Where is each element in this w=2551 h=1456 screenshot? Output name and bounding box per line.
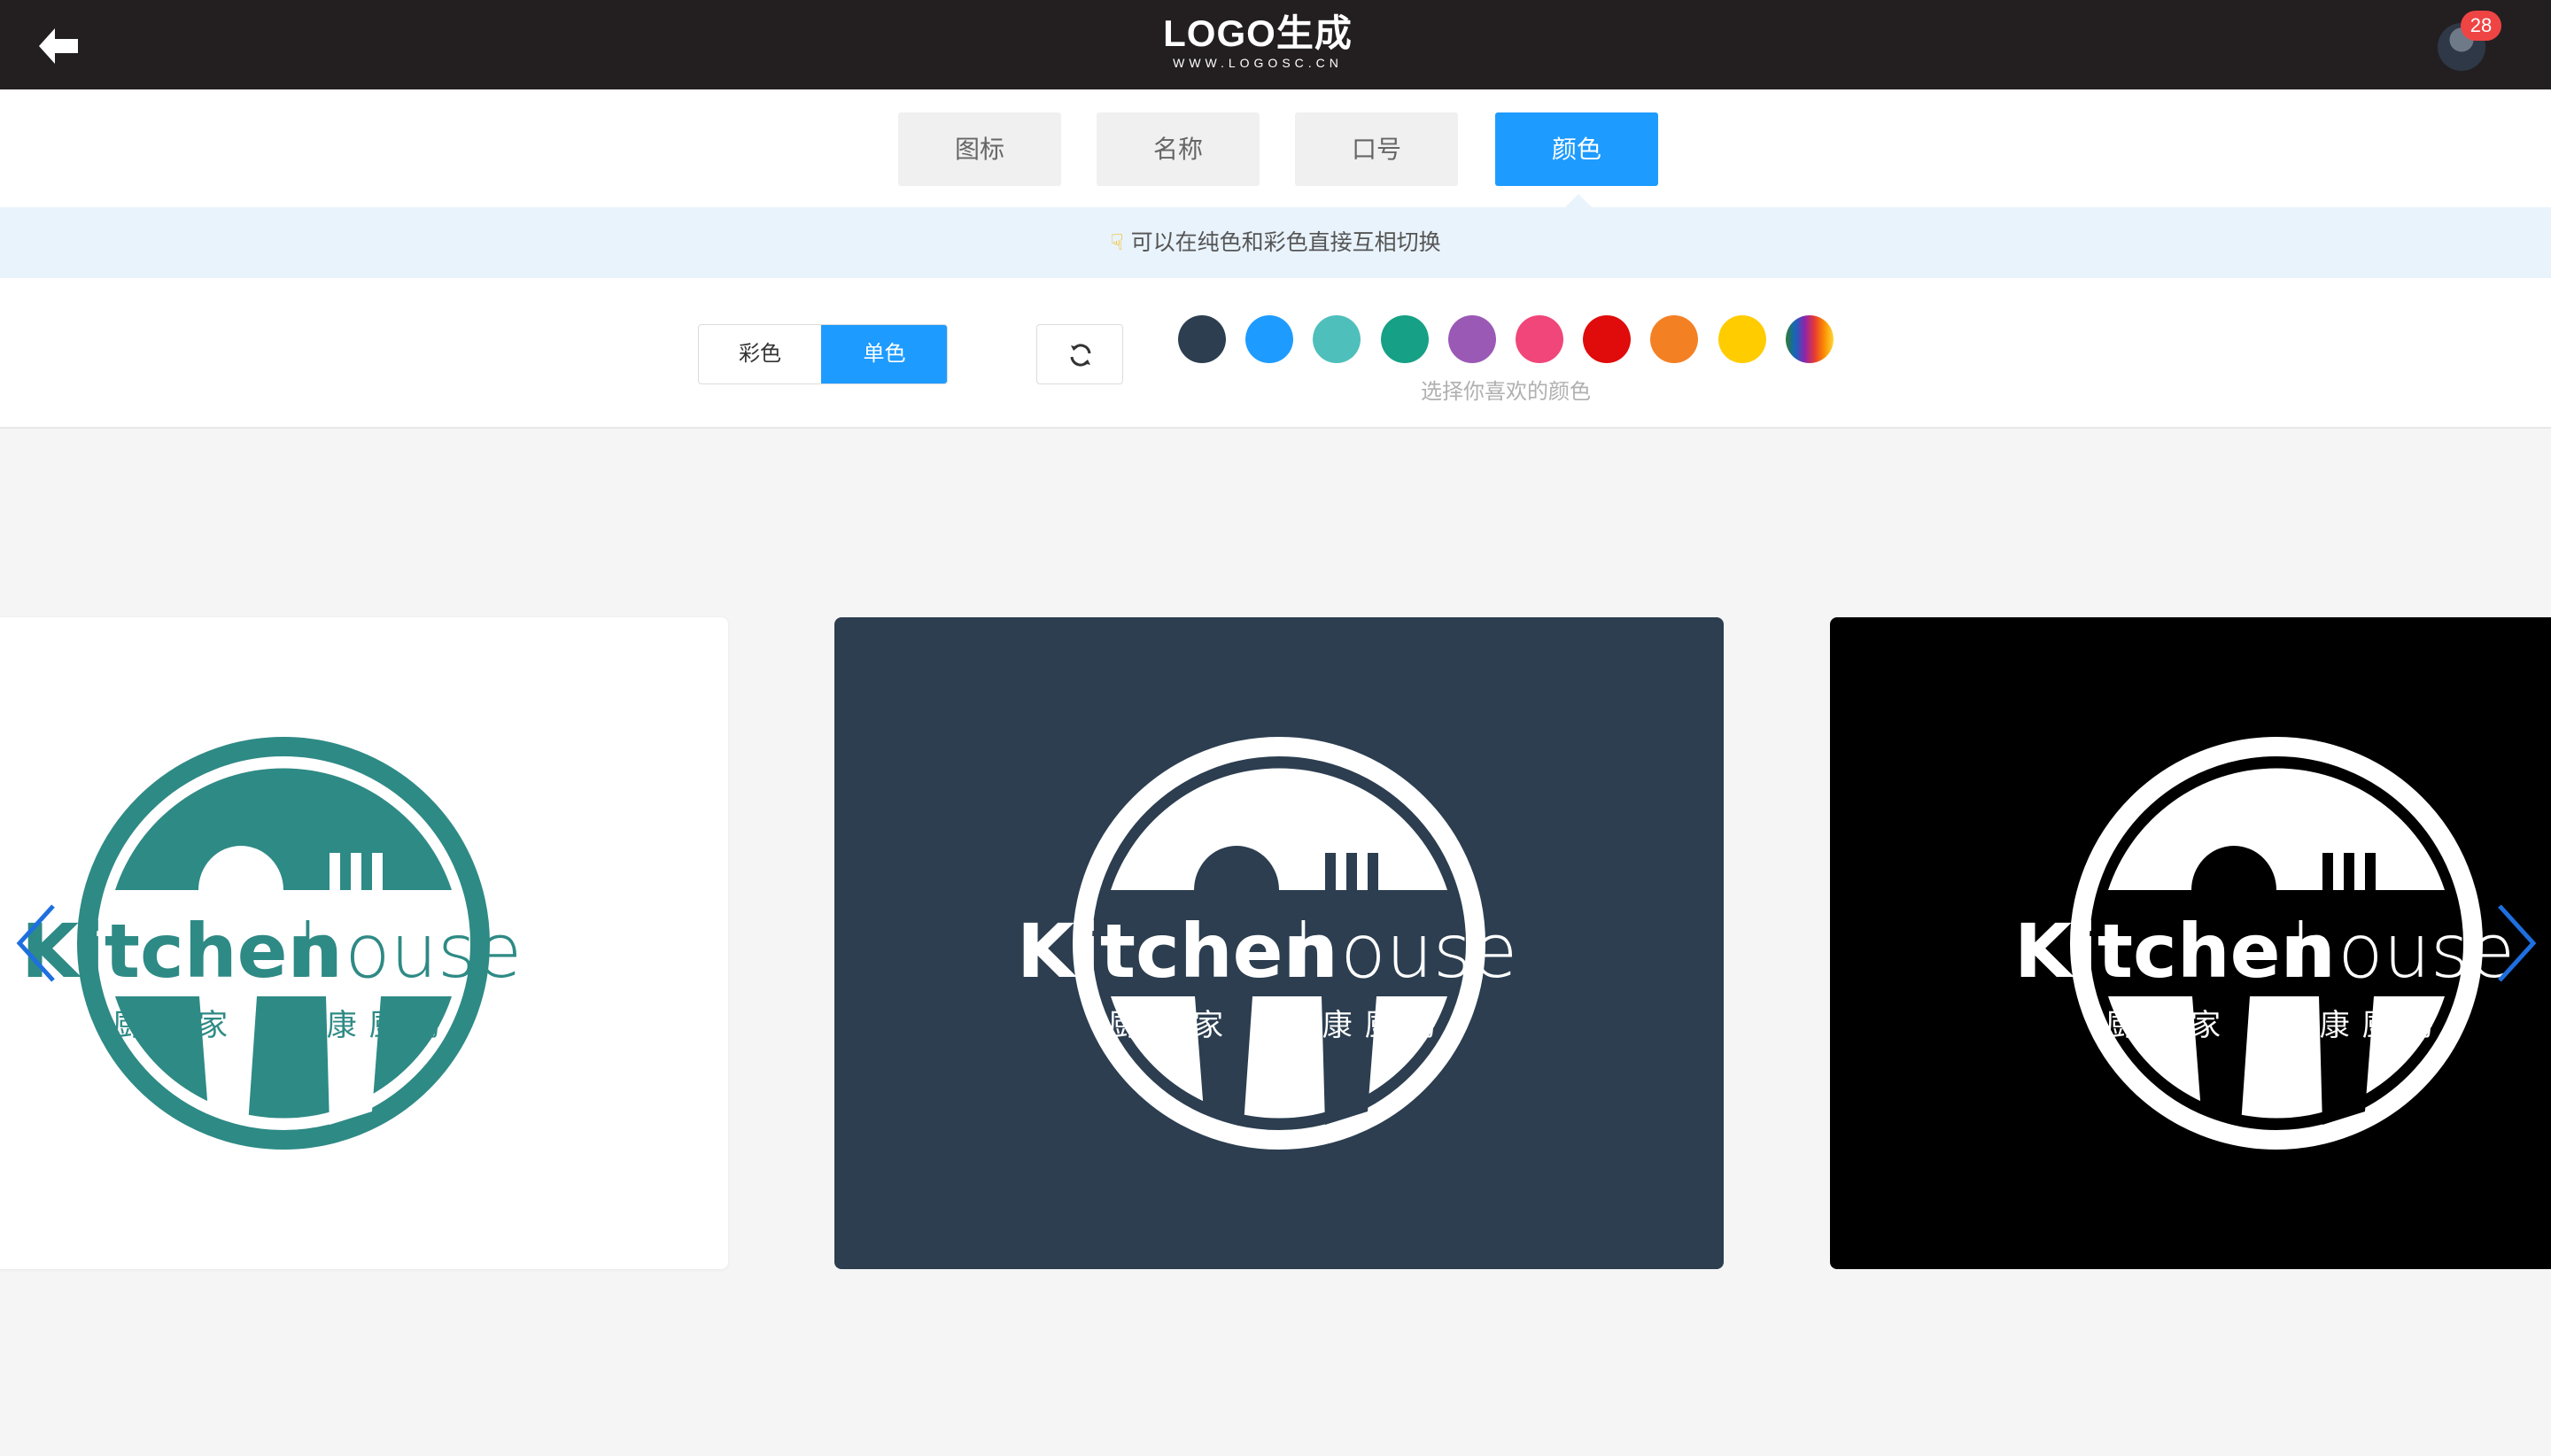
back-arrow-icon[interactable] — [34, 21, 83, 71]
multicolor-option[interactable]: 彩色 — [699, 325, 821, 383]
hint-text: 可以在纯色和彩色直接互相切换 — [1130, 230, 1441, 255]
active-tab-caret — [1564, 194, 1593, 208]
tab-icon[interactable]: 图标 — [898, 112, 1061, 186]
refresh-icon — [1070, 344, 1091, 367]
pointing-down-icon: ☟ — [1110, 230, 1124, 255]
logo-slogan: 厨之家 健康厨房 — [112, 1008, 454, 1043]
kitchen-logo-preview: Kitchen house 厨之家 健康厨房 — [2014, 737, 2515, 1150]
color-swatch[interactable] — [1380, 315, 1429, 363]
color-swatch[interactable] — [1717, 315, 1766, 363]
kitchen-logo-preview: Kitchen house 厨之家 健康厨房 — [21, 737, 522, 1150]
top-bar: LOGO生成 WWW.LOGOSC.CN 28 — [0, 0, 2551, 89]
tab-slogan[interactable]: 口号 — [1295, 112, 1458, 186]
carousel-prev-arrow-icon[interactable] — [12, 899, 62, 987]
color-mode-toggle: 彩色 单色 — [698, 324, 948, 384]
kitchen-logo-preview: Kitchen house 厨之家 健康厨房 — [1017, 737, 1517, 1150]
brand-title: LOGO生成 — [1163, 12, 1353, 54]
carousel-next-arrow-icon[interactable] — [2491, 899, 2540, 987]
color-swatch[interactable] — [1516, 315, 1563, 363]
preview-card-light[interactable]: Kitchen house 厨之家 健康厨房 — [0, 617, 728, 1269]
logo-name-bold: Kitchen — [1017, 908, 1336, 995]
color-swatch[interactable] — [1245, 315, 1294, 363]
hint-bar: ☟ 可以在纯色和彩色直接互相切换 — [0, 207, 2551, 278]
color-swatch[interactable] — [1447, 315, 1496, 363]
brand-logo[interactable]: LOGO生成 WWW.LOGOSC.CN — [1160, 12, 1355, 71]
logo-name-bold: Kitchen — [21, 908, 340, 995]
color-controls: 彩色 单色 选择你喜欢的颜色 — [0, 278, 2551, 429]
palette-caption: 选择你喜欢的颜色 — [1421, 380, 1591, 404]
color-swatch-rainbow[interactable] — [1785, 315, 1834, 363]
logo-slogan: 厨之家 健康厨房 — [1108, 1008, 1450, 1043]
logo-slogan: 厨之家 健康厨房 — [2105, 1008, 2447, 1043]
logo-name-bold: Kitchen — [2014, 908, 2333, 995]
color-swatch[interactable] — [1650, 315, 1699, 363]
color-swatch[interactable] — [1583, 315, 1632, 363]
tab-name[interactable]: 名称 — [1097, 112, 1260, 186]
logo-name-light: house — [1293, 908, 1517, 995]
preview-card-navy[interactable]: Kitchen house 厨之家 健康厨房 — [834, 617, 1724, 1269]
logo-name-light: house — [298, 908, 522, 995]
brand-url: WWW.LOGOSC.CN — [1173, 56, 1343, 70]
color-swatch[interactable] — [1313, 315, 1361, 363]
logo-name-light: house — [2291, 908, 2515, 995]
refresh-button[interactable] — [1036, 324, 1123, 384]
monochrome-option[interactable]: 单色 — [821, 325, 947, 383]
color-swatch[interactable] — [1178, 315, 1226, 363]
preview-card-black[interactable]: Kitchen house 厨之家 健康厨房 — [1830, 617, 2551, 1269]
notification-badge: 28 — [2461, 11, 2501, 41]
tab-color[interactable]: 颜色 — [1495, 112, 1658, 186]
step-tabs: 图标 名称 口号 颜色 — [0, 89, 2551, 208]
